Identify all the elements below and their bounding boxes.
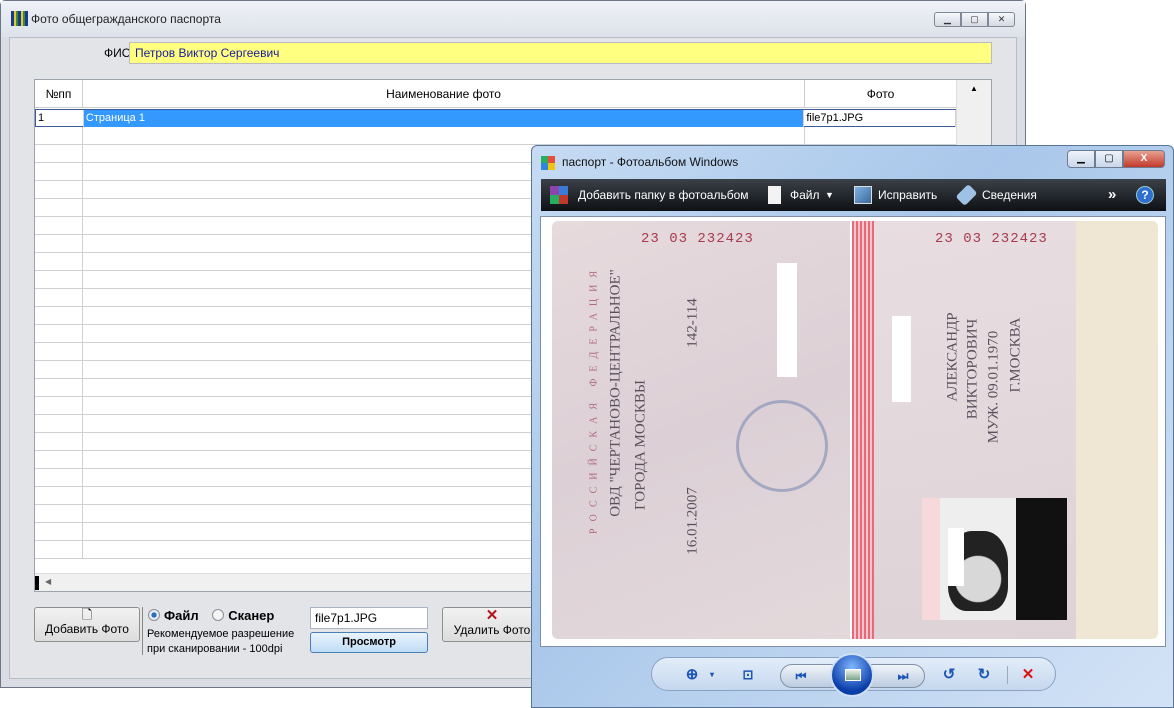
more-chevron-icon[interactable]: » — [1108, 186, 1116, 203]
zoom-dropdown-icon[interactable]: ▾ — [702, 666, 722, 684]
scan-hint-line2: при сканировании - 100dpi — [147, 643, 283, 655]
fix-icon — [854, 186, 872, 204]
cell-name[interactable]: Страница 1 — [83, 110, 805, 127]
empty-table-row[interactable] — [35, 127, 957, 145]
column-header-photo[interactable]: Фото — [805, 80, 957, 107]
title-bar: Фото общегражданского паспорта ▁ ▢ ✕ — [1, 1, 1025, 37]
table-header: №пп Наименование фото Фото — [35, 80, 957, 108]
stamp-seal — [736, 400, 828, 492]
radio-file[interactable]: Файл — [148, 608, 199, 623]
radio-scanner-label: Сканер — [228, 608, 275, 623]
zoom-icon[interactable]: ⊕ — [682, 666, 702, 684]
scroll-left-icon[interactable]: ◀ — [45, 577, 51, 586]
help-icon[interactable]: ? — [1136, 186, 1154, 204]
actual-size-icon[interactable]: ⊡ — [738, 666, 758, 684]
fix-button[interactable]: Исправить — [878, 188, 937, 202]
slideshow-icon — [845, 669, 861, 681]
passport-series-left: 23 03 232423 — [641, 231, 754, 247]
viewer-controls: ⊕ ▾ ⊡ ⏮ ⏭ ↺ ↻ ✕ — [651, 653, 1056, 697]
column-header-name[interactable]: Наименование фото — [83, 80, 805, 107]
close-button[interactable]: ✕ — [988, 12, 1015, 27]
rotate-left-icon[interactable]: ↺ — [939, 666, 959, 684]
file-name-field[interactable]: file7p1.JPG — [310, 607, 428, 629]
passport-issuer-city: ГОРОДА МОСКВЫ — [632, 379, 649, 511]
add-folder-button[interactable]: Добавить папку в фотоальбом — [578, 188, 749, 202]
scroll-up-icon[interactable]: ▲ — [957, 84, 991, 93]
window-title: Фото общегражданского паспорта — [31, 12, 221, 26]
delete-x-icon: ✕ — [485, 607, 499, 624]
app-books-icon — [11, 11, 28, 26]
viewer-minimize-button[interactable]: ▁ — [1067, 150, 1095, 168]
viewer-toolbar: Добавить папку в фотоальбом Файл ▼ Испра… — [541, 179, 1166, 211]
delete-icon[interactable]: ✕ — [1018, 666, 1038, 684]
passport-dept-code: 142-114 — [684, 298, 701, 348]
info-tag-icon — [955, 184, 978, 206]
radio-scanner[interactable]: Сканер — [212, 608, 274, 623]
preview-button[interactable]: Просмотр — [310, 632, 428, 653]
previous-icon[interactable]: ⏮ — [791, 667, 811, 685]
cell-photo[interactable]: file7p1.JPG — [804, 110, 956, 127]
photo-display: 23 03 232423 23 03 232423 РОССИЙСКАЯ ФЕД… — [540, 216, 1166, 647]
info-button[interactable]: Сведения — [982, 188, 1037, 202]
passport-issue-date: 16.01.2007 — [684, 487, 701, 555]
passport-birthplace: Г.МОСКВА — [1007, 317, 1024, 393]
passport-first-name: АЛЕКСАНДР — [944, 312, 961, 402]
table-row[interactable]: 1 Страница 1 file7p1.JPG — [35, 109, 957, 127]
radio-file-label: Файл — [164, 608, 199, 623]
new-file-icon: 🗋 — [81, 607, 93, 622]
delete-photo-label: Удалить Фото — [453, 623, 531, 637]
fio-label: ФИО — [104, 46, 132, 60]
passport-country: РОССИЙСКАЯ ФЕДЕРАЦИЯ — [588, 263, 600, 535]
rotate-right-icon[interactable]: ↻ — [974, 666, 994, 684]
photo-gallery-icon — [541, 156, 555, 170]
next-icon[interactable]: ⏭ — [893, 667, 913, 685]
passport-series-right: 23 03 232423 — [935, 231, 1048, 247]
passport-sex-dob: МУЖ. 09.01.1970 — [985, 330, 1002, 444]
file-menu-button[interactable]: Файл — [790, 188, 820, 202]
photo-viewer-window: паспорт - Фотоальбом Windows ▁ ▢ X Добав… — [531, 145, 1174, 708]
viewer-title: паспорт - Фотоальбом Windows — [562, 155, 739, 169]
delete-photo-button[interactable]: ✕ Удалить Фото — [442, 607, 542, 642]
passport-portrait — [922, 498, 1067, 620]
add-folder-icon — [550, 186, 568, 204]
slideshow-button[interactable] — [830, 653, 874, 697]
fio-field[interactable]: Петров Виктор Сергеевич — [129, 42, 992, 64]
viewer-close-button[interactable]: X — [1123, 150, 1165, 168]
passport-image: 23 03 232423 23 03 232423 РОССИЙСКАЯ ФЕД… — [541, 217, 1165, 646]
file-icon — [768, 186, 781, 204]
cell-number[interactable]: 1 — [36, 110, 84, 127]
scan-hint-line1: Рекомендуемое разрешение — [147, 628, 295, 640]
passport-patronymic: ВИКТОРОВИЧ — [964, 318, 981, 420]
minimize-button[interactable]: ▁ — [934, 12, 961, 27]
add-photo-label: Добавить Фото — [45, 622, 129, 636]
maximize-button[interactable]: ▢ — [961, 12, 988, 27]
viewer-maximize-button[interactable]: ▢ — [1095, 150, 1123, 168]
chevron-down-icon: ▼ — [825, 190, 834, 200]
add-photo-button[interactable]: 🗋 Добавить Фото — [34, 607, 140, 642]
passport-issuer: ОВД "ЧЕРТАНОВО-ЦЕНТРАЛЬНОЕ" — [607, 269, 624, 517]
column-header-number[interactable]: №пп — [35, 80, 83, 107]
